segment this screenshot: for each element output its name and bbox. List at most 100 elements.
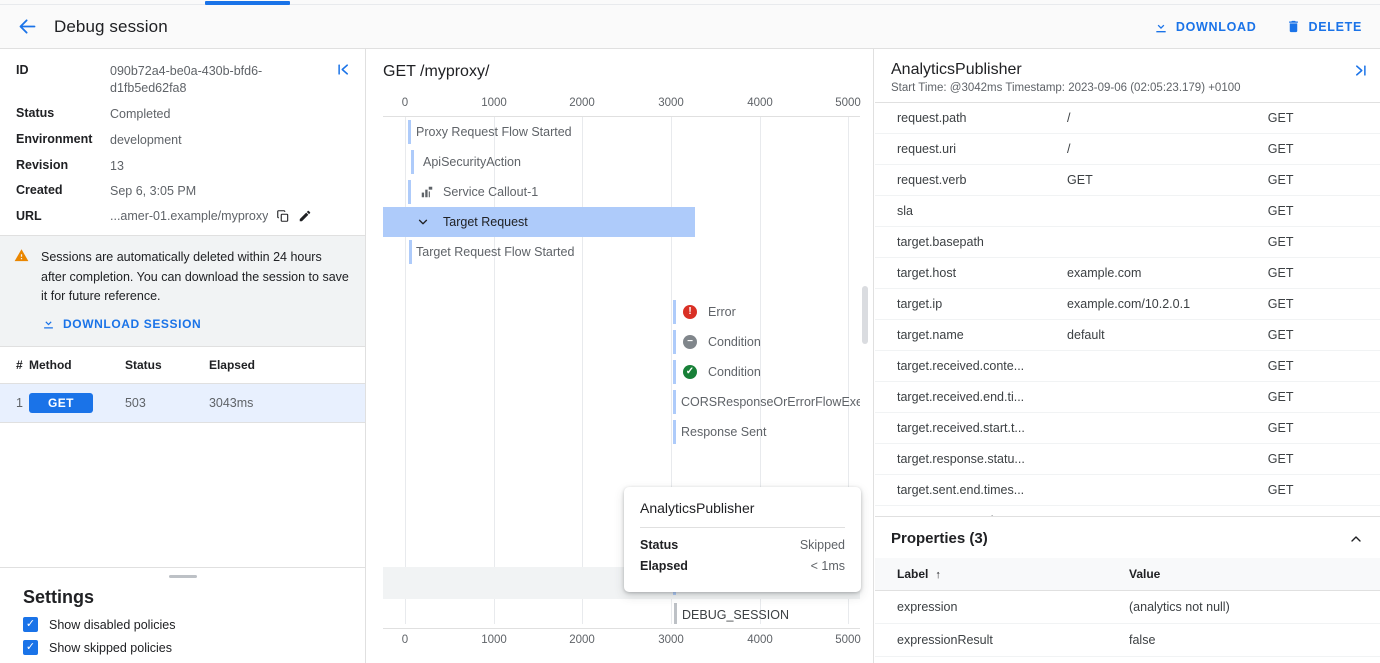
flow-row[interactable]: CORSResponseOrErrorFlowExecu — [383, 387, 860, 417]
flow-row[interactable]: ✓ Condition — [383, 357, 860, 387]
flow-row-label: ApiSecurityAction — [423, 155, 521, 169]
table-row[interactable]: target.hostexample.comGET — [875, 258, 1380, 289]
table-row[interactable]: slaGET — [875, 196, 1380, 227]
download-button[interactable]: DOWNLOAD — [1149, 14, 1261, 40]
table-row[interactable]: target.received.conte...GET — [875, 351, 1380, 382]
info-value-status: Completed — [110, 106, 349, 123]
prop-label: expressionResult — [875, 624, 1125, 657]
settings-drag-handle[interactable] — [169, 575, 197, 578]
flow-bar — [673, 300, 676, 324]
setting-show-skipped-policies[interactable]: ✓ Show skipped policies — [23, 640, 350, 655]
variables-list[interactable]: request.path/GET request.uri/GET request… — [875, 102, 1380, 516]
flow-row-selected[interactable]: Target Request — [383, 207, 695, 237]
table-row[interactable]: request.verbGETGET — [875, 165, 1380, 196]
table-row[interactable]: expressionResultfalse — [875, 624, 1380, 657]
var-name: target.name — [875, 320, 1063, 351]
properties-header[interactable]: Properties (3) — [875, 517, 1380, 558]
session-warning-banner: Sessions are automatically deleted withi… — [0, 235, 365, 347]
flow-row[interactable] — [383, 267, 860, 297]
var-name: target.sent.end.times... — [875, 475, 1063, 506]
expand-right-icon[interactable] — [1353, 63, 1368, 78]
table-row[interactable]: target.ipexample.com/10.2.0.1GET — [875, 289, 1380, 320]
table-row[interactable]: target.received.start.t...GET — [875, 413, 1380, 444]
download-icon — [41, 316, 56, 331]
flow-row[interactable]: DEBUG_SESSION — [383, 599, 860, 624]
header-actions: DOWNLOAD DELETE — [1149, 14, 1366, 40]
var-extra: GET — [1264, 165, 1380, 196]
delete-button-label: DELETE — [1308, 20, 1362, 34]
var-value: example.com/10.2.0.1 — [1063, 289, 1264, 320]
flow-row-label: Target Request — [443, 215, 528, 229]
requests-table: # Method Status Elapsed 1 GET 503 3043ms — [0, 347, 365, 423]
table-row[interactable]: expression(analytics not null) — [875, 591, 1380, 624]
table-row[interactable]: target.sent.end.times...GET — [875, 475, 1380, 506]
info-value-environment: development — [110, 132, 349, 149]
copy-icon[interactable] — [276, 209, 290, 223]
flow-row-label: Response Sent — [681, 425, 766, 439]
var-name: target.sent.start.time... — [875, 506, 1063, 517]
table-row[interactable]: target.basepath GET — [875, 227, 1380, 258]
flow-row-label: Proxy Request Flow Started — [416, 125, 572, 139]
table-header-row: Label↑ Value — [875, 558, 1380, 591]
flow-scrollbar[interactable] — [861, 49, 869, 663]
flow-row[interactable]: Proxy Request Flow Started — [383, 117, 860, 147]
axis-tick: 3000 — [658, 634, 684, 646]
success-dot: ✓ — [683, 365, 697, 379]
setting-label: Show skipped policies — [49, 641, 172, 655]
service-callout-icon — [420, 185, 434, 199]
table-row[interactable]: target.namedefaultGET — [875, 320, 1380, 351]
back-button[interactable] — [10, 10, 44, 44]
session-info-grid: ID 090b72a4-be0a-430b-bfd6-d1fb5ed62fa8 … — [16, 63, 349, 223]
settings-panel: Settings ✓ Show disabled policies ✓ Show… — [0, 567, 366, 663]
var-value — [1063, 351, 1264, 382]
col-header-num: # — [0, 347, 29, 384]
table-row[interactable]: request.uri/GET — [875, 134, 1380, 165]
table-row[interactable]: target.response.statu...GET — [875, 444, 1380, 475]
var-name: target.basepath — [875, 227, 1063, 258]
flow-bar — [409, 240, 412, 264]
setting-show-disabled-policies[interactable]: ✓ Show disabled policies — [23, 617, 350, 632]
collapse-left-icon[interactable] — [336, 62, 351, 77]
axis-tick: 4000 — [747, 634, 773, 646]
var-name: target.ip — [875, 289, 1063, 320]
table-row[interactable]: target.sent.start.time...GET — [875, 506, 1380, 517]
table-row[interactable]: target.received.end.ti...GET — [875, 382, 1380, 413]
condition-ok-icon: ✓ — [683, 365, 697, 379]
table-row[interactable]: nameAnalyticsPublisher — [875, 657, 1380, 663]
var-name: target.host — [875, 258, 1063, 289]
flow-row-label: Condition — [708, 335, 761, 349]
var-name: request.path — [875, 103, 1063, 134]
flow-row[interactable]: − Condition — [383, 327, 860, 357]
flow-row[interactable]: Service Callout-1 — [383, 177, 860, 207]
flow-scrollbar-thumb[interactable] — [862, 286, 868, 344]
download-session-button[interactable]: DOWNLOAD SESSION — [41, 316, 201, 331]
col-header-label[interactable]: Label↑ — [875, 558, 1125, 591]
chevron-up-icon[interactable] — [1348, 531, 1364, 547]
details-panel: AnalyticsPublisher Start Time: @3042ms T… — [875, 49, 1380, 663]
axis-tick: 0 — [402, 97, 408, 109]
pencil-icon[interactable] — [298, 209, 312, 223]
flow-row[interactable]: Target Request Flow Started — [383, 237, 860, 267]
table-row[interactable]: request.path/GET — [875, 103, 1380, 134]
var-extra: GET — [1264, 134, 1380, 165]
flow-row[interactable]: Response Sent — [383, 417, 860, 447]
prop-value: false — [1125, 624, 1380, 657]
var-extra: GET — [1264, 227, 1380, 258]
properties-table-body: expression(analytics not null) expressio… — [875, 591, 1380, 663]
flow-bar — [411, 150, 414, 174]
var-name: request.verb — [875, 165, 1063, 196]
flow-bar — [674, 603, 677, 624]
flow-row[interactable]: ! Error — [383, 297, 860, 327]
variables-table-body: request.path/GET request.uri/GET request… — [875, 103, 1380, 516]
flow-bar — [408, 180, 411, 204]
flow-tooltip: AnalyticsPublisher Status Skipped Elapse… — [624, 487, 861, 592]
flow-row[interactable]: ApiSecurityAction — [383, 147, 860, 177]
warning-text: Sessions are automatically deleted withi… — [41, 248, 349, 306]
col-header-label-text: Label — [897, 567, 928, 581]
var-extra: GET — [1264, 289, 1380, 320]
var-name: target.response.statu... — [875, 444, 1063, 475]
delete-button[interactable]: DELETE — [1282, 14, 1366, 39]
requests-table-body: 1 GET 503 3043ms — [0, 384, 365, 423]
tooltip-key: Status — [640, 538, 678, 552]
table-row[interactable]: 1 GET 503 3043ms — [0, 384, 365, 423]
